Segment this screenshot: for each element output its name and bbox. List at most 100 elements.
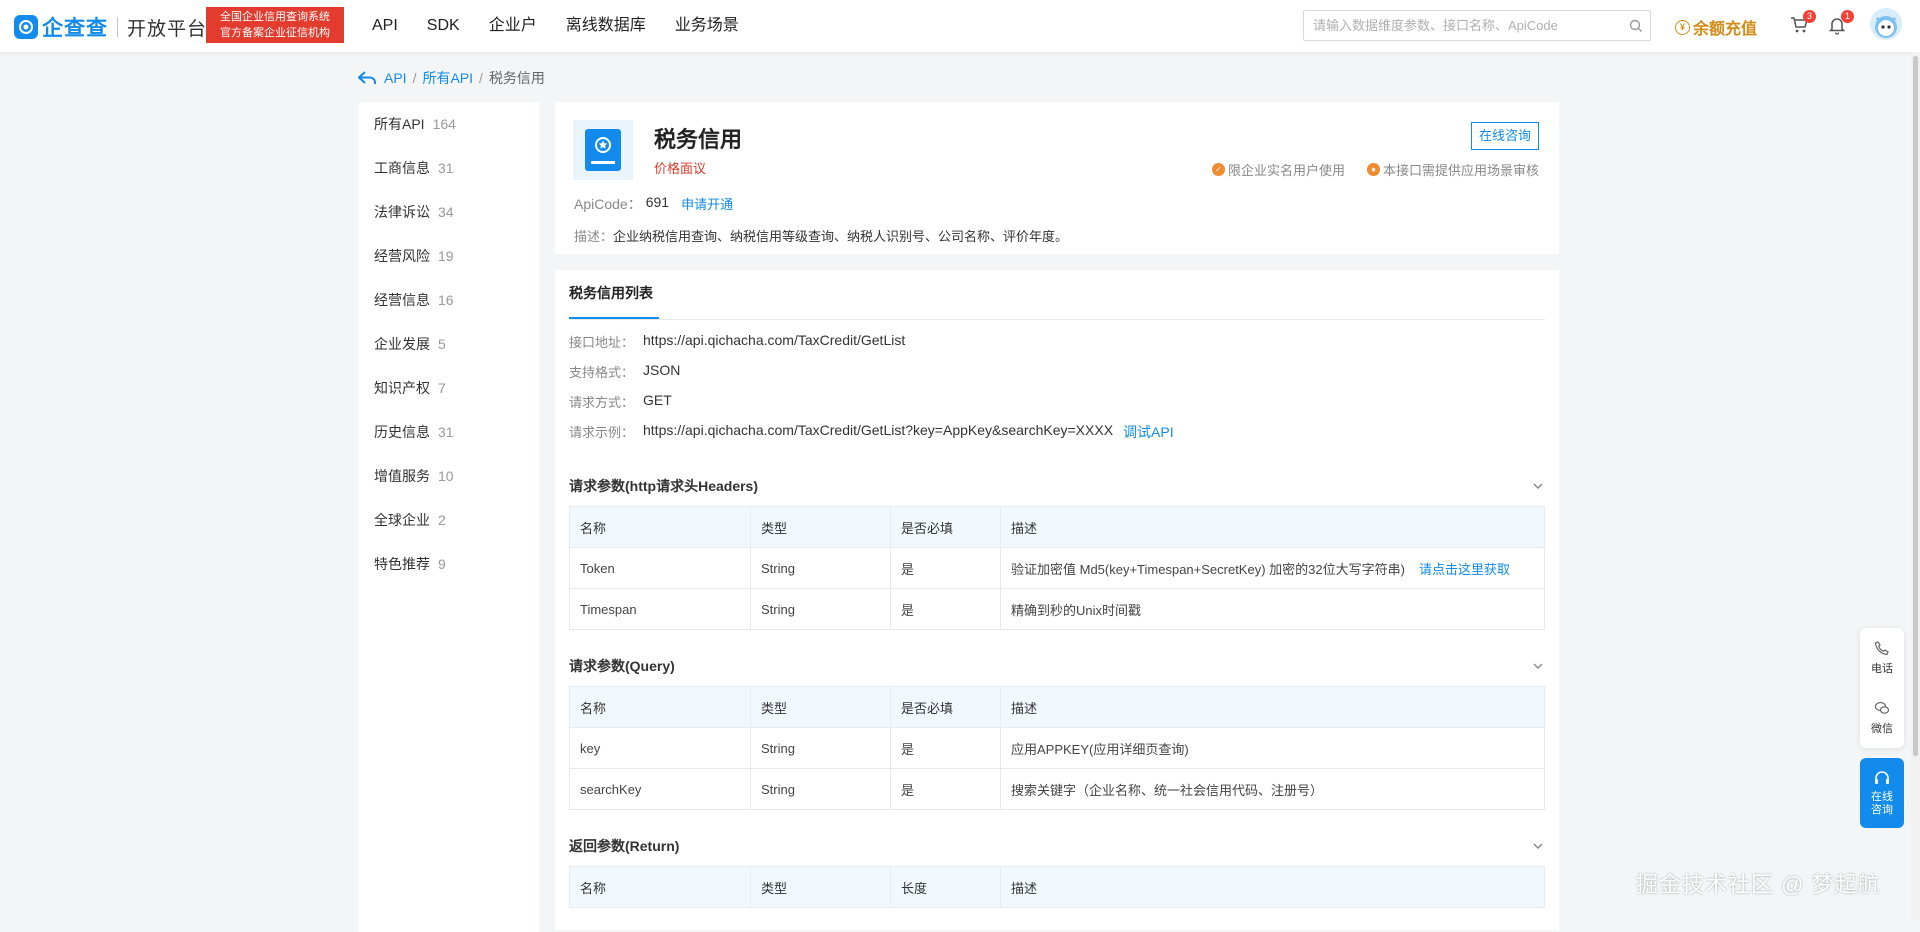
column-header: 类型 <box>750 866 891 908</box>
apicode-value: 691 <box>645 194 670 210</box>
phone-button[interactable]: 电话 <box>1860 628 1904 688</box>
phone-icon <box>1874 641 1889 656</box>
param-desc: 验证加密值 Md5(key+Timespan+SecretKey) 加密的32位… <box>1011 561 1405 577</box>
wechat-label: 微信 <box>1871 723 1893 735</box>
column-header: 描述 <box>1000 506 1545 548</box>
param-name: Token <box>569 547 751 589</box>
table-row: Token String 是 验证加密值 Md5(key+Timespan+Se… <box>569 547 1545 589</box>
tab-tax-credit-list[interactable]: 税务信用列表 <box>569 270 659 319</box>
breadcrumb-current: 税务信用 <box>488 70 545 86</box>
sidebar-item-legal[interactable]: 法律诉讼 34 <box>359 190 539 234</box>
debug-api-link[interactable]: 调试API <box>1123 422 1174 442</box>
sidebar-item-featured[interactable]: 特色推荐 9 <box>359 542 539 586</box>
column-header: 是否必填 <box>890 686 1001 728</box>
nav-sdk[interactable]: SDK <box>427 0 460 52</box>
sidebar-item-count: 19 <box>438 248 454 264</box>
back-arrow-icon[interactable] <box>358 71 376 85</box>
table-row: searchKey String 是 搜索关键字（企业名称、统一社会信用代码、注… <box>569 768 1545 810</box>
description-label: 描述： <box>574 229 614 244</box>
api-description: 描述：企业纳税信用查询、纳税信用等级查询、纳税人识别号、公司名称、评价年度。 <box>574 226 1068 245</box>
breadcrumb: API / 所有API / 税务信用 <box>358 68 545 88</box>
sidebar-item-count: 9 <box>438 556 446 572</box>
param-required: 是 <box>890 547 1001 589</box>
avatar[interactable] <box>1870 8 1902 40</box>
sidebar-item-all-api[interactable]: 所有API 164 <box>359 102 539 146</box>
api-detail-card: 税务信用列表 接口地址： https://api.qichacha.com/Ta… <box>555 270 1559 930</box>
param-type: String <box>750 547 891 589</box>
sidebar-item-count: 31 <box>438 424 454 440</box>
certification-badge: 全国企业信用查询系统 官方备案企业征信机构 <box>206 7 344 43</box>
endpoint-label: 接口地址： <box>569 335 635 350</box>
section-title-text: 请求参数(http请求头Headers) <box>569 478 759 494</box>
sidebar-item-label: 所有API <box>374 116 425 132</box>
cart-badge: 3 <box>1803 10 1816 23</box>
return-table: 名称 类型 长度 描述 <box>569 866 1545 908</box>
headset-icon <box>1875 770 1889 784</box>
sidebar-item-label: 工商信息 <box>374 160 430 176</box>
sidebar-item-development[interactable]: 企业发展 5 <box>359 322 539 366</box>
scrollbar-thumb[interactable] <box>1913 56 1918 756</box>
sidebar-item-history[interactable]: 历史信息 31 <box>359 410 539 454</box>
online-support-button[interactable]: 在线 咨询 <box>1860 758 1904 828</box>
param-desc-cell: 验证加密值 Md5(key+Timespan+SecretKey) 加密的32位… <box>1000 547 1545 589</box>
recharge-button[interactable]: ¥ 余额充值 <box>1675 15 1757 39</box>
get-token-link[interactable]: 请点击这里获取 <box>1419 562 1510 577</box>
apply-open-link[interactable]: 申请开通 <box>681 194 733 214</box>
online-label-1: 在线 <box>1871 790 1893 803</box>
sidebar-item-value-added[interactable]: 增值服务 10 <box>359 454 539 498</box>
sidebar-item-risk[interactable]: 经营风险 19 <box>359 234 539 278</box>
tag-label: 限企业实名用户使用 <box>1227 163 1345 178</box>
sidebar-item-operations[interactable]: 经营信息 16 <box>359 278 539 322</box>
column-header: 名称 <box>569 866 751 908</box>
top-bar: 企查查 开放平台 全国企业信用查询系统 官方备案企业征信机构 API SDK 企… <box>0 0 1920 53</box>
online-consult-button[interactable]: 在线咨询 <box>1470 122 1539 150</box>
param-required: 是 <box>890 768 1001 810</box>
column-header: 类型 <box>750 506 891 548</box>
search-icon[interactable] <box>1622 12 1650 40</box>
api-tags: ✓ 限企业实名用户使用 ● 本接口需提供应用场景审核 <box>1190 160 1539 179</box>
format-value: JSON <box>643 362 681 378</box>
logo-icon <box>14 15 38 39</box>
cert-line-2: 官方备案企业征信机构 <box>220 27 330 39</box>
notification-button[interactable]: 1 <box>1827 10 1854 37</box>
table-row: Timespan String 是 精确到秒的Unix时间戳 <box>569 588 1545 630</box>
breadcrumb-all-api[interactable]: 所有API <box>422 68 473 88</box>
column-header: 名称 <box>569 686 751 728</box>
sidebar-item-count: 31 <box>438 160 454 176</box>
logo-text: 企查查 <box>42 17 108 40</box>
sidebar-item-label: 全球企业 <box>374 512 430 528</box>
sidebar-item-label: 历史信息 <box>374 424 430 440</box>
search-input[interactable] <box>1304 10 1622 41</box>
nav-enterprise[interactable]: 企业户 <box>489 0 537 52</box>
tag-scenario-review: ● 本接口需提供应用场景审核 <box>1366 160 1539 179</box>
wechat-button[interactable]: 微信 <box>1860 688 1904 748</box>
logo[interactable]: 企查查 开放平台 <box>14 12 207 42</box>
sidebar-item-label: 增值服务 <box>374 468 430 484</box>
return-section-title: 返回参数(Return) <box>569 834 1545 858</box>
chevron-down-icon[interactable] <box>1531 479 1545 493</box>
headers-section-title: 请求参数(http请求头Headers) <box>569 474 1545 498</box>
method-label: 请求方式： <box>569 395 635 410</box>
search-box <box>1303 10 1651 41</box>
param-required: 是 <box>890 588 1001 630</box>
sidebar-item-global[interactable]: 全球企业 2 <box>359 498 539 542</box>
sidebar-item-ip[interactable]: 知识产权 7 <box>359 366 539 410</box>
sidebar-item-business-info[interactable]: 工商信息 31 <box>359 146 539 190</box>
breadcrumb-api[interactable]: API <box>384 70 407 86</box>
main-nav: API SDK 企业户 离线数据库 业务场景 <box>372 0 768 52</box>
sidebar-item-label: 法律诉讼 <box>374 204 430 220</box>
chevron-down-icon[interactable] <box>1531 839 1545 853</box>
nav-api[interactable]: API <box>372 0 398 52</box>
nav-offline-db[interactable]: 离线数据库 <box>566 0 646 52</box>
table-header-row: 名称 类型 是否必填 描述 <box>569 506 1545 548</box>
logo-subtitle: 开放平台 <box>127 18 208 40</box>
param-type: String <box>750 727 891 769</box>
format-row: 支持格式： JSON <box>569 362 680 381</box>
param-desc: 精确到秒的Unix时间戳 <box>1000 588 1545 630</box>
param-type: String <box>750 588 891 630</box>
nav-scenarios[interactable]: 业务场景 <box>675 0 739 52</box>
chevron-down-icon[interactable] <box>1531 659 1545 673</box>
cart-button[interactable]: 3 <box>1789 10 1816 37</box>
param-name: searchKey <box>569 768 751 810</box>
breadcrumb-separator: / <box>412 70 417 86</box>
